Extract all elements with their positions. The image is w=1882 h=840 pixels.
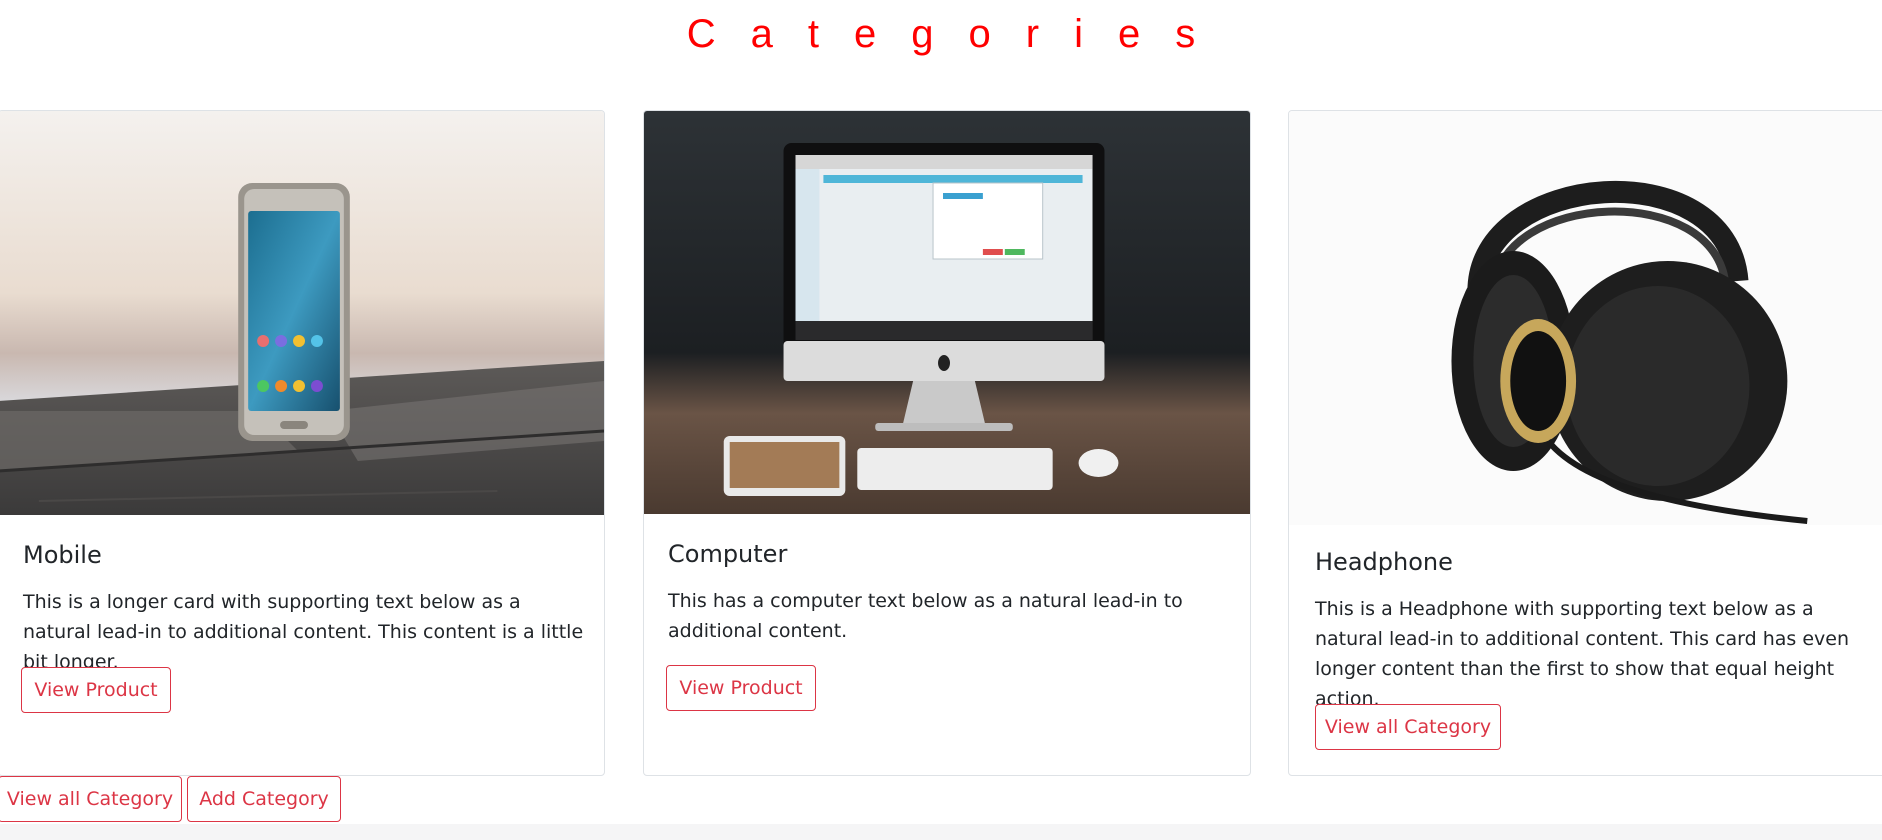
view-product-button[interactable]: View Product (21, 667, 171, 713)
card-text: This is a Headphone with supporting text… (1315, 598, 1849, 710)
card-computer: Computer This has a computer text below … (643, 110, 1251, 776)
card-text: This is a longer card with supporting te… (23, 591, 584, 673)
add-category-button[interactable]: Add Category (187, 776, 341, 822)
mobile-image (0, 111, 604, 515)
card-mobile: Mobile This is a longer card with suppor… (0, 110, 605, 776)
card-headphone: Headphone This is a Headphone with suppo… (1288, 110, 1882, 776)
computer-image (644, 111, 1250, 514)
categories-page: Categories Mobile This is a longer card … (0, 0, 1882, 840)
page-title: Categories (686, 12, 1231, 56)
view-all-category-button[interactable]: View all Category (1315, 704, 1501, 750)
card-title: Mobile (23, 541, 102, 569)
view-all-category-button[interactable]: View all Category (0, 776, 182, 822)
card-text: This has a computer text below as a natu… (668, 590, 1183, 642)
page-footer-strip (0, 824, 1882, 840)
headphone-image (1289, 111, 1882, 525)
view-product-button[interactable]: View Product (666, 665, 816, 711)
card-title: Headphone (1315, 548, 1453, 576)
card-title: Computer (668, 540, 788, 568)
